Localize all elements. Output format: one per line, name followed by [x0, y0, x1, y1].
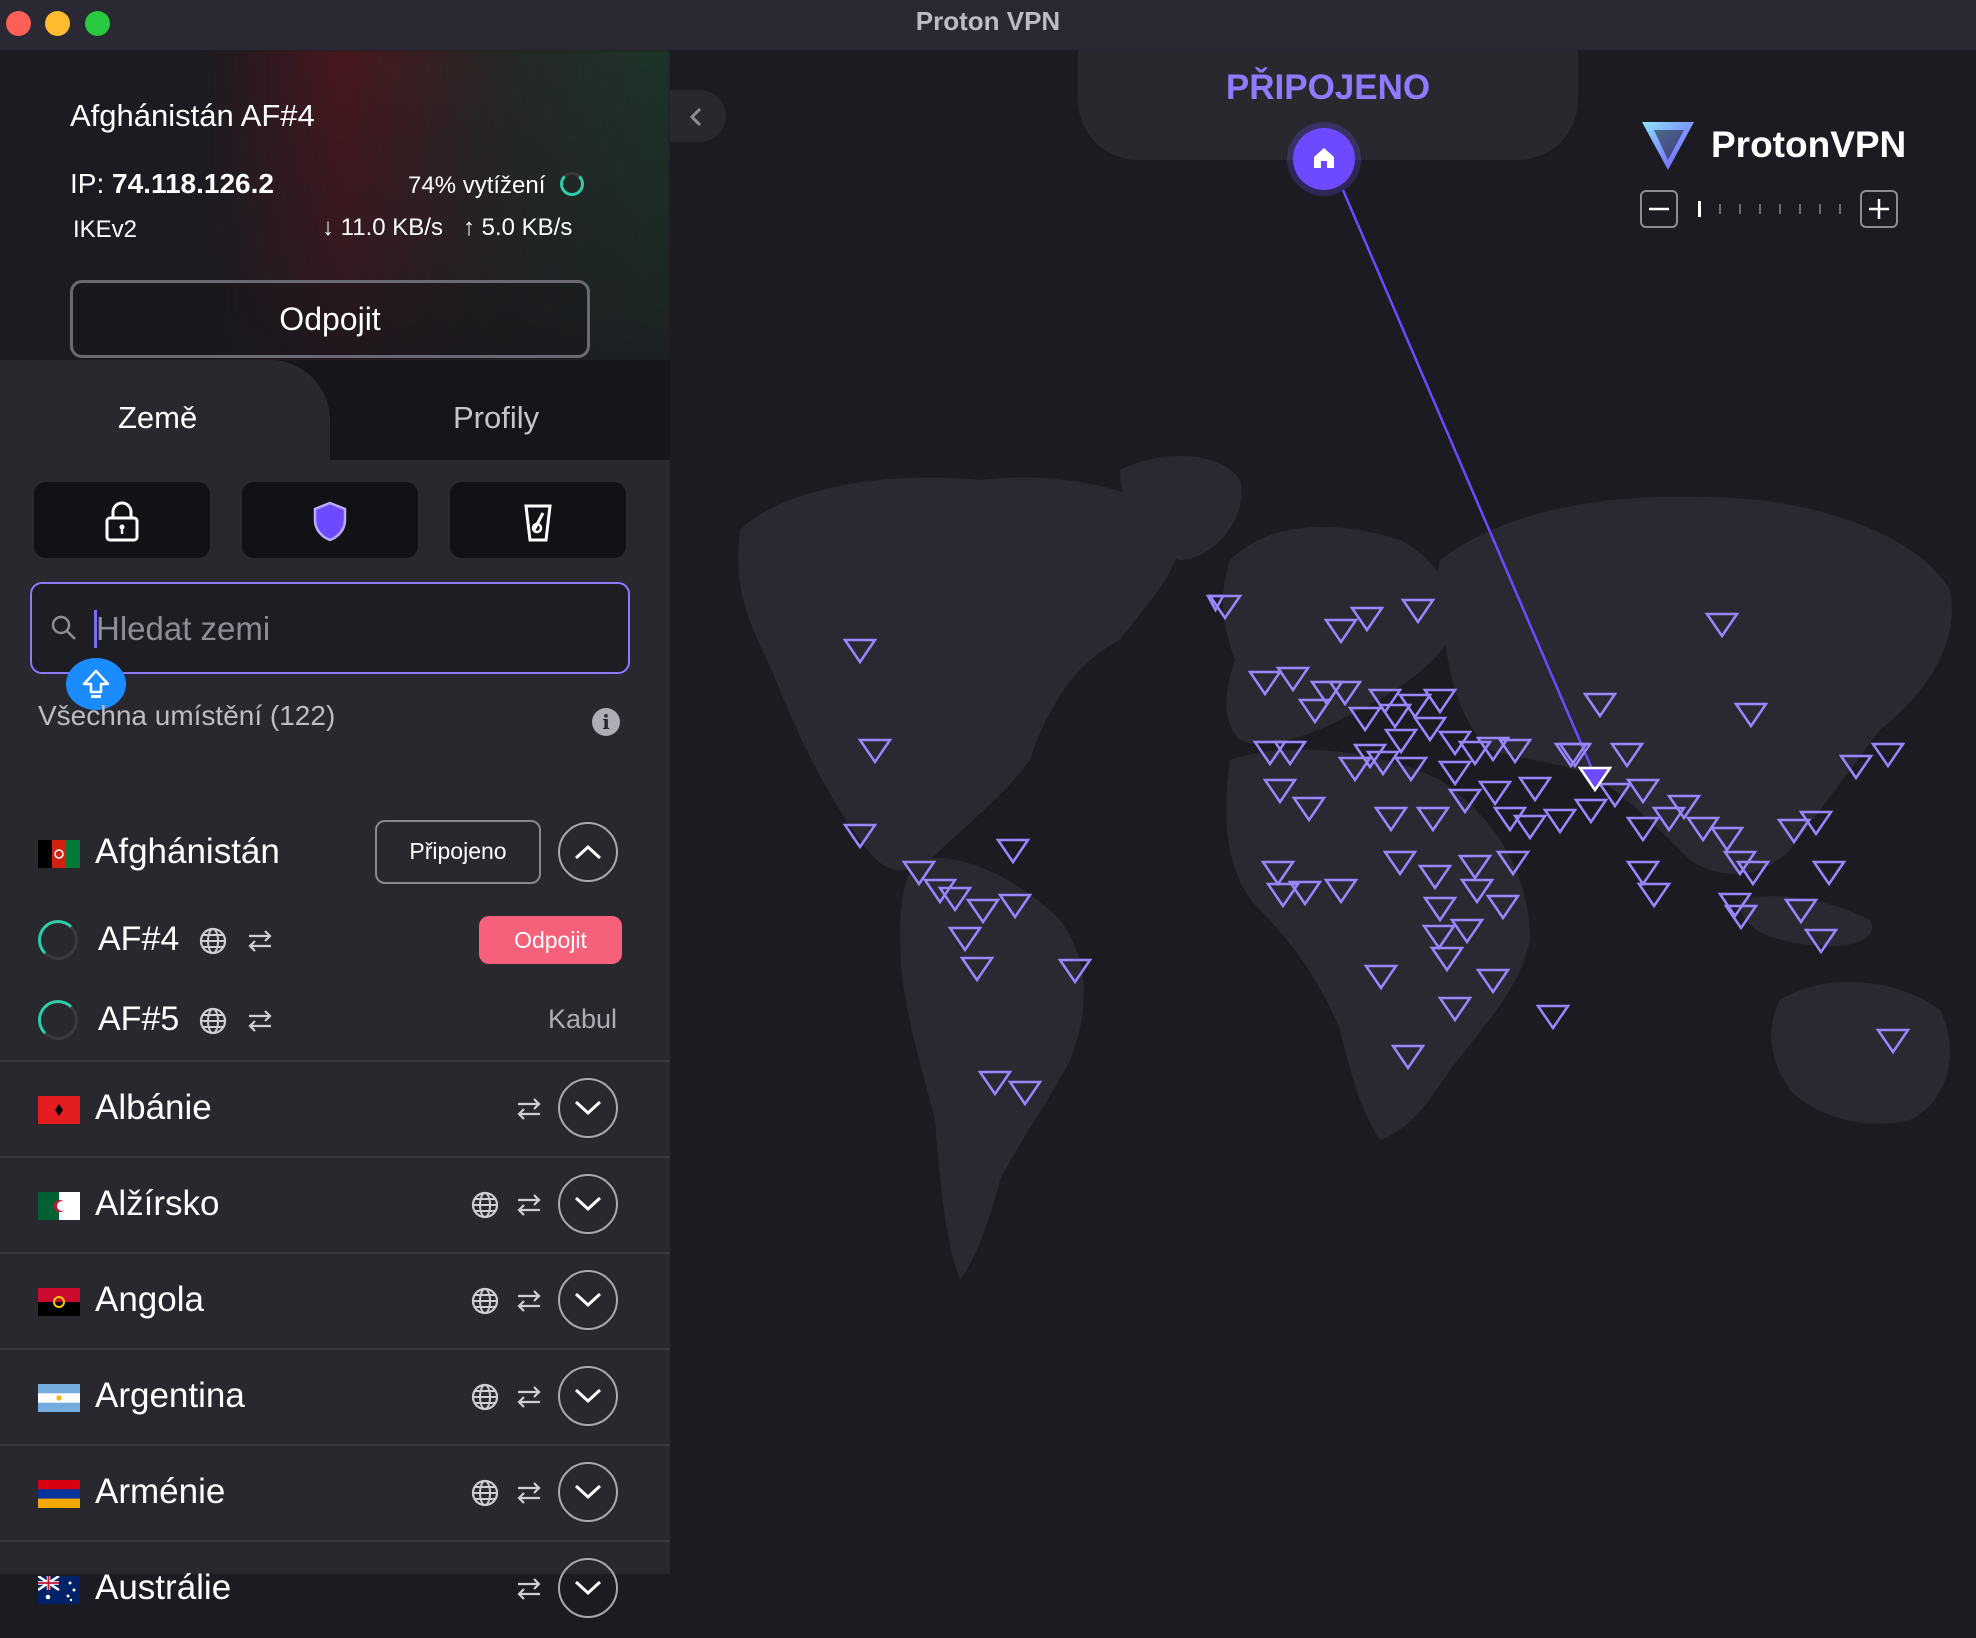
connected-server-name: Afghánistán AF#4 — [70, 98, 315, 133]
secure-core-filter-button[interactable] — [34, 482, 210, 558]
world-map[interactable] — [670, 50, 1976, 1624]
expand-button[interactable] — [558, 1462, 618, 1522]
expand-button[interactable] — [558, 1078, 618, 1138]
globe-icon — [199, 1007, 227, 1035]
search-icon — [51, 615, 76, 640]
server-name: AF#5 — [98, 1000, 180, 1038]
p2p-icon — [517, 1482, 541, 1504]
afghanistan-flag-icon — [38, 840, 80, 868]
collapse-button[interactable] — [558, 822, 618, 882]
server-name: AF#4 — [98, 920, 180, 958]
chevron-down-icon — [574, 1292, 602, 1308]
all-locations-label: Všechna umístění (122) — [38, 700, 336, 731]
p2p-icon — [517, 1290, 541, 1312]
title-bar: Proton VPN — [0, 0, 1976, 50]
p2p-icon — [517, 1578, 541, 1600]
country-name: Arménie — [95, 1472, 226, 1511]
country-row-australia[interactable]: Austrálie — [0, 1540, 670, 1638]
country-row-angola[interactable]: Angola — [0, 1252, 670, 1350]
connected-status-button[interactable]: Připojeno — [375, 820, 541, 884]
lock-icon — [105, 501, 139, 542]
server-row-af4[interactable]: AF#4 Odpojit — [0, 900, 670, 980]
chevron-left-icon — [689, 107, 702, 127]
brand-logo-text: ProtonVPN — [1711, 124, 1907, 165]
disconnect-button[interactable]: Odpojit — [70, 280, 590, 358]
shield-icon — [313, 501, 347, 542]
info-icon[interactable]: i — [592, 708, 620, 736]
globe-icon — [471, 1479, 499, 1507]
albania-flag-icon — [38, 1096, 80, 1124]
globe-icon — [199, 927, 227, 955]
server-row-af5[interactable]: AF#5 Kabul — [0, 980, 670, 1060]
country-row-algeria[interactable]: Alžírsko — [0, 1156, 670, 1254]
protocol: IKEv2 — [73, 216, 138, 243]
disconnect-server-button[interactable]: Odpojit — [479, 916, 622, 964]
connection-status-text: PŘIPOJENO — [1225, 68, 1431, 107]
algeria-flag-icon — [38, 1192, 80, 1220]
tab-countries-label[interactable]: Země — [118, 400, 197, 436]
chevron-down-icon — [574, 1580, 602, 1596]
globe-icon — [471, 1191, 499, 1219]
server-load-icon — [38, 920, 78, 960]
chevron-down-icon — [574, 1388, 602, 1404]
country-name: Argentina — [95, 1376, 245, 1415]
globe-icon — [471, 1287, 499, 1315]
zoom-level-ticks — [1698, 201, 1841, 217]
caps-lock-icon — [82, 669, 110, 698]
chevron-down-icon — [574, 1484, 602, 1500]
chevron-down-icon — [574, 1196, 602, 1212]
connection-header: Afghánistán AF#4 IP: 74.118.126.2 74% vy… — [0, 50, 670, 410]
country-search[interactable] — [30, 582, 630, 674]
country-row-argentina[interactable]: Argentina — [0, 1348, 670, 1446]
expand-button[interactable] — [558, 1558, 618, 1618]
p2p-icon — [517, 1098, 541, 1120]
expand-button[interactable] — [558, 1366, 618, 1426]
upload-speed: ↑ 5.0 KB/s — [462, 214, 573, 241]
armenia-flag-icon — [38, 1480, 80, 1508]
server-load-icon — [38, 1000, 78, 1040]
world-map-shapes — [738, 189, 1952, 1280]
chevron-down-icon — [574, 1100, 602, 1116]
tab-profiles[interactable]: Profily — [453, 400, 539, 436]
zoom-slider[interactable] — [1696, 201, 1844, 217]
ip-address: IP: 74.118.126.2 — [70, 168, 274, 199]
tag-icon — [524, 504, 552, 542]
download-speed: ↓ 11.0 KB/s — [322, 214, 443, 241]
country-name: Afghánistán — [95, 832, 280, 871]
p2p-icon — [517, 1194, 541, 1216]
traffic-speed: ↓ 11.0 KB/s ↑ 5.0 KB/s — [322, 214, 572, 242]
server-load: 74% vytížení — [408, 172, 546, 199]
streaming-filter-button[interactable] — [450, 482, 626, 558]
collapse-sidebar-button[interactable] — [670, 90, 726, 142]
australia-flag-icon — [38, 1576, 80, 1604]
country-name: Alžírsko — [95, 1184, 220, 1223]
plus-icon — [1869, 199, 1889, 219]
p2p-icon — [248, 930, 272, 952]
search-input[interactable] — [94, 602, 618, 656]
country-name: Albánie — [95, 1088, 212, 1127]
expand-button[interactable] — [558, 1270, 618, 1330]
zoom-out-button[interactable] — [1640, 190, 1678, 228]
home-location-marker[interactable] — [1293, 128, 1355, 190]
minus-icon — [1649, 207, 1669, 211]
proton-vpn-logo-icon — [1642, 122, 1694, 170]
argentina-flag-icon — [38, 1384, 80, 1412]
p2p-icon — [248, 1010, 272, 1032]
country-row-afghanistan[interactable]: Afghánistán — [0, 804, 670, 900]
country-row-albania[interactable]: Albánie — [0, 1060, 670, 1158]
globe-icon — [471, 1383, 499, 1411]
p2p-icon — [517, 1386, 541, 1408]
expand-button[interactable] — [558, 1174, 618, 1234]
netshield-filter-button[interactable] — [242, 482, 418, 558]
chevron-up-icon — [574, 844, 602, 860]
home-icon — [1314, 148, 1334, 168]
server-city: Kabul — [548, 1004, 618, 1034]
angola-flag-icon — [38, 1288, 80, 1316]
load-ring-icon — [560, 172, 584, 196]
country-row-armenia[interactable]: Arménie — [0, 1444, 670, 1542]
country-name: Austrálie — [95, 1568, 232, 1607]
zoom-in-button[interactable] — [1860, 190, 1898, 228]
window-title: Proton VPN — [915, 6, 1061, 36]
country-name: Angola — [95, 1280, 204, 1319]
